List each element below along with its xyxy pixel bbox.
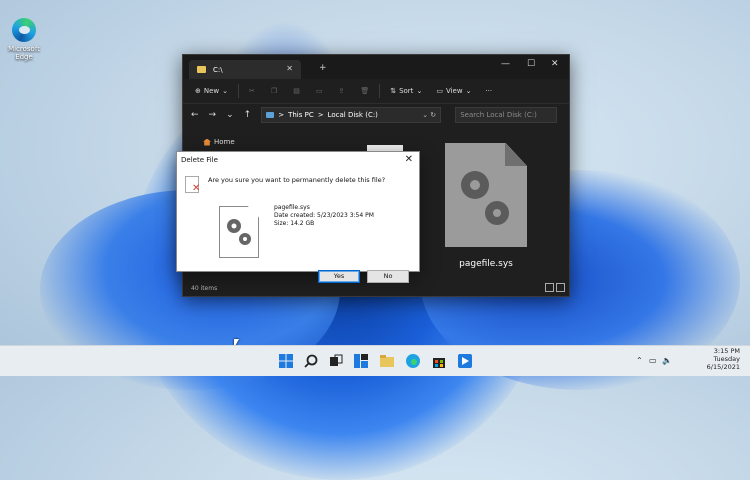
desktop-icon-edge[interactable]: Microsoft Edge bbox=[4, 18, 44, 61]
share-button[interactable]: ⇪ bbox=[338, 87, 344, 95]
sidebar-item-home[interactable]: Home bbox=[203, 138, 235, 146]
up-arrow-icon[interactable]: ↑ bbox=[244, 110, 252, 120]
home-icon bbox=[203, 138, 211, 146]
close-window-button[interactable]: ✕ bbox=[551, 59, 559, 69]
address-dropdown-icon[interactable]: ⌄ ↻ bbox=[422, 111, 436, 119]
search-input[interactable]: Search Local Disk (C:) bbox=[455, 107, 558, 123]
dialog-question: Are you sure you want to permanently del… bbox=[208, 176, 386, 184]
system-file-icon bbox=[219, 206, 259, 258]
file-name-label[interactable]: pagefile.sys bbox=[445, 259, 527, 269]
yes-button[interactable]: Yes bbox=[318, 270, 360, 283]
desktop-icon-label: Microsoft Edge bbox=[8, 45, 40, 61]
tab-title: C:\ bbox=[213, 65, 223, 74]
file-size: Size: 14.2 GB bbox=[274, 220, 315, 227]
paste-button[interactable]: ▤ bbox=[293, 87, 300, 95]
tab-local-disk[interactable]: C:\ ✕ bbox=[189, 60, 301, 79]
view-icon: ▭ bbox=[436, 87, 443, 95]
view-button[interactable]: ▭ View ⌄ bbox=[436, 87, 471, 95]
edge-icon bbox=[12, 18, 36, 42]
more-options-button[interactable]: ··· bbox=[485, 87, 492, 95]
start-button[interactable] bbox=[279, 354, 293, 368]
sort-button[interactable]: ⇅ Sort ⌄ bbox=[390, 87, 422, 95]
chevron-down-icon: ⌄ bbox=[465, 87, 472, 95]
delete-file-dialog: Delete File ✕ ✕ Are you sure you want to… bbox=[176, 151, 420, 283]
breadcrumb-this-pc[interactable]: This PC bbox=[288, 111, 314, 119]
gears-icon bbox=[227, 219, 251, 245]
chevron-down-icon: ⌄ bbox=[222, 87, 229, 95]
close-tab-icon[interactable]: ✕ bbox=[286, 64, 293, 73]
rename-icon: ▭ bbox=[315, 87, 323, 95]
divider bbox=[379, 84, 381, 98]
chevron-down-icon: ⌄ bbox=[416, 87, 423, 95]
command-bar: ⊕ New ⌄ ✂ ❐ ▤ ▭ ⇪ 🗑 ⇅ Sort ⌄ ▭ View ⌄ ··… bbox=[183, 79, 569, 104]
rename-button[interactable]: ▭ bbox=[316, 87, 323, 95]
divider bbox=[238, 84, 240, 98]
dialog-body: ✕ Are you sure you want to permanently d… bbox=[177, 169, 419, 283]
search-icon[interactable] bbox=[304, 354, 318, 368]
share-icon: ⇪ bbox=[338, 87, 345, 95]
app-icon[interactable] bbox=[458, 354, 472, 368]
plus-circle-icon: ⊕ bbox=[195, 87, 201, 95]
copy-icon: ❐ bbox=[270, 87, 278, 95]
details-view-button[interactable] bbox=[545, 283, 554, 292]
address-bar[interactable]: > This PC > Local Disk (C:) ⌄ ↻ bbox=[261, 107, 442, 123]
trash-icon: 🗑 bbox=[360, 87, 370, 95]
gears-icon bbox=[461, 171, 509, 225]
cut-button[interactable]: ✂ bbox=[249, 87, 255, 95]
system-file-icon[interactable] bbox=[445, 143, 527, 247]
file-date-created: Date created: 5/23/2023 3:54 PM bbox=[274, 212, 374, 219]
maximize-button[interactable]: ☐ bbox=[527, 59, 535, 69]
file-name: pagefile.sys bbox=[274, 204, 310, 211]
file-details: pagefile.sys Date created: 5/23/2023 3:5… bbox=[274, 204, 374, 228]
edge-icon[interactable] bbox=[406, 354, 420, 368]
minimize-button[interactable]: — bbox=[501, 59, 510, 69]
network-icon[interactable]: ▭ bbox=[649, 356, 657, 365]
new-tab-button[interactable]: + bbox=[319, 63, 327, 73]
new-button[interactable]: ⊕ New ⌄ bbox=[195, 87, 228, 95]
chevron-down-icon[interactable]: ⌄ bbox=[226, 110, 234, 120]
search-placeholder: Search Local Disk (C:) bbox=[460, 111, 537, 119]
delete-button[interactable]: 🗑 bbox=[360, 87, 369, 95]
chevron-up-icon[interactable]: ⌃ bbox=[636, 356, 643, 365]
dialog-title: Delete File bbox=[181, 156, 218, 164]
sort-icon: ⇅ bbox=[390, 87, 397, 95]
breadcrumb-local-disk[interactable]: Local Disk (C:) bbox=[328, 111, 378, 119]
clipboard-icon: ▤ bbox=[293, 87, 300, 95]
navigation-bar: ← → ⌄ ↑ > This PC > Local Disk (C:) ⌄ ↻ … bbox=[183, 104, 569, 126]
no-button[interactable]: No bbox=[367, 270, 409, 283]
delete-x-icon: ✕ bbox=[192, 183, 201, 194]
copy-button[interactable]: ❐ bbox=[271, 87, 277, 95]
tiles-view-button[interactable] bbox=[556, 283, 565, 292]
title-bar: C:\ ✕ + — ☐ ✕ bbox=[183, 55, 569, 79]
forward-arrow-icon[interactable]: → bbox=[209, 110, 217, 120]
taskbar: ⌃ ▭ 🔈 3:15 PM Tuesday 6/15/2021 bbox=[0, 345, 750, 376]
drive-icon bbox=[266, 112, 275, 118]
folder-icon bbox=[197, 66, 206, 73]
back-arrow-icon[interactable]: ← bbox=[191, 110, 199, 120]
widgets-icon[interactable] bbox=[354, 354, 368, 368]
dialog-close-button[interactable]: ✕ bbox=[405, 154, 413, 165]
store-icon[interactable] bbox=[432, 354, 446, 368]
file-explorer-icon[interactable] bbox=[380, 354, 394, 368]
status-item-count: 40 items bbox=[191, 285, 218, 292]
system-clock[interactable]: 3:15 PM Tuesday 6/15/2021 bbox=[707, 347, 740, 371]
scissors-icon: ✂ bbox=[249, 87, 255, 95]
task-view-icon[interactable] bbox=[329, 354, 343, 368]
volume-icon[interactable]: 🔈 bbox=[662, 356, 672, 365]
